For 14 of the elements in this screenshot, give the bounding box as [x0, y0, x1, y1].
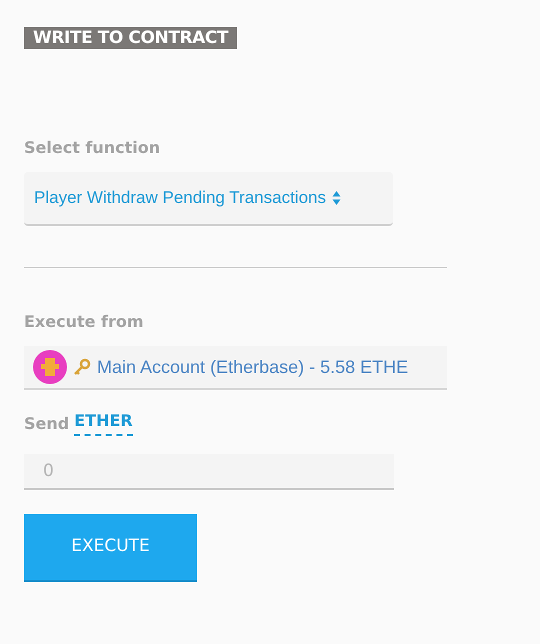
function-select[interactable]: Player Withdraw Pending Transactions: [24, 172, 393, 226]
field-label: Execute from: [24, 311, 145, 333]
select-value: Player Withdraw Pending Transactions: [34, 187, 326, 210]
field-label: Select function: [24, 137, 162, 159]
amount-field[interactable]: 0: [24, 454, 394, 490]
section-title: WRITE TO CONTRACT: [24, 27, 238, 49]
avatar-icon: [33, 350, 67, 384]
key-icon: [73, 358, 91, 376]
account-name: Main Account (Etherbase) - 5.58 ETHE: [97, 356, 408, 379]
sort-arrows-icon: [332, 190, 341, 206]
execute-button[interactable]: EXECUTE: [24, 514, 197, 582]
account-select[interactable]: Main Account (Etherbase) - 5.58 ETHE: [24, 346, 447, 390]
unit-link[interactable]: ETHER: [74, 412, 133, 436]
field-label: Send: [24, 413, 70, 435]
